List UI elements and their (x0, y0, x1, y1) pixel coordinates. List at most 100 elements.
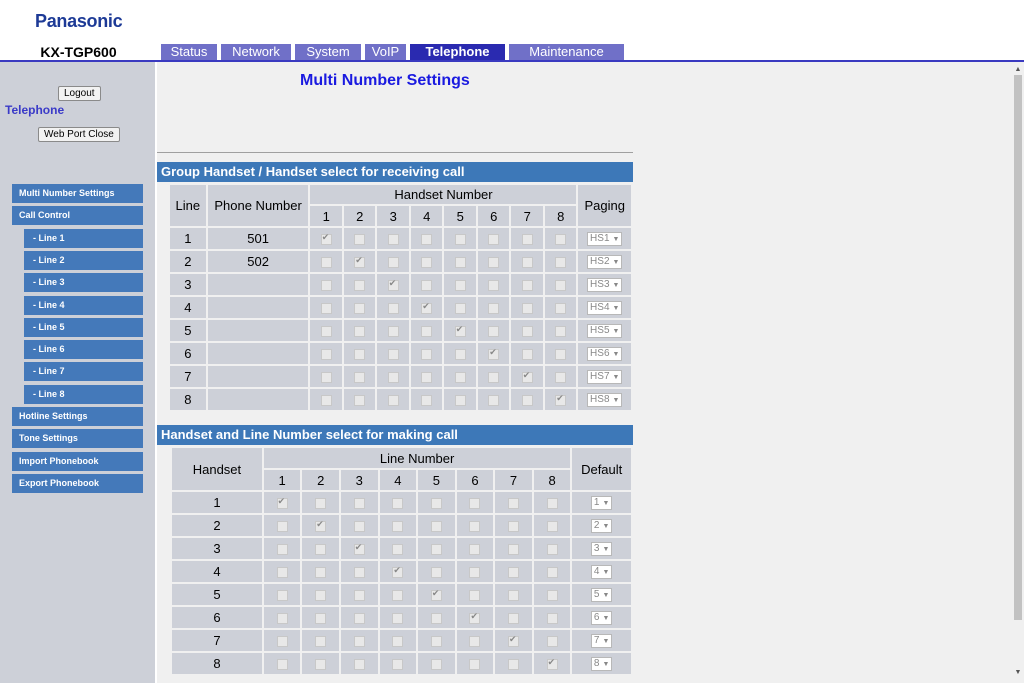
line-checkbox[interactable] (508, 634, 520, 648)
handset-checkbox[interactable] (521, 349, 533, 361)
line-checkbox[interactable] (469, 659, 481, 671)
web-port-close-button[interactable]: Web Port Close (38, 127, 120, 142)
paging-select[interactable]: HS6 ▼ (587, 347, 623, 362)
default-line-select[interactable]: 1 ▼ (590, 496, 613, 511)
handset-checkbox[interactable] (421, 349, 433, 361)
handset-checkbox[interactable] (387, 326, 399, 338)
sidebar-item-line-4[interactable]: - Line 4 (24, 295, 143, 315)
line-checkbox[interactable] (469, 567, 481, 579)
handset-checkbox[interactable] (488, 395, 500, 407)
sidebar-item-line-6[interactable]: - Line 6 (24, 340, 143, 360)
handset-checkbox[interactable] (320, 395, 332, 407)
line-checkbox[interactable] (546, 613, 558, 625)
line-checkbox[interactable] (276, 567, 288, 579)
line-checkbox[interactable] (392, 636, 404, 648)
handset-checkbox[interactable] (421, 257, 433, 269)
sidebar-item-import-phonebook[interactable]: Import Phonebook (12, 451, 143, 471)
paging-select[interactable]: HS8 ▼ (587, 393, 623, 408)
handset-checkbox[interactable] (354, 280, 366, 292)
handset-checkbox[interactable] (387, 395, 399, 407)
handset-checkbox[interactable] (555, 257, 567, 269)
handset-checkbox[interactable] (354, 395, 366, 407)
handset-checkbox[interactable] (454, 280, 466, 292)
line-checkbox[interactable] (353, 567, 365, 579)
handset-checkbox[interactable] (354, 372, 366, 384)
line-checkbox[interactable] (276, 636, 288, 648)
line-checkbox[interactable] (430, 588, 442, 602)
handset-checkbox[interactable] (421, 234, 433, 246)
handset-checkbox[interactable] (387, 349, 399, 361)
handset-checkbox[interactable] (320, 303, 332, 315)
line-checkbox[interactable] (469, 611, 481, 625)
line-checkbox[interactable] (315, 498, 327, 510)
handset-checkbox[interactable] (488, 372, 500, 384)
handset-checkbox[interactable] (555, 393, 567, 407)
sidebar-item-line-5[interactable]: - Line 5 (24, 317, 143, 337)
handset-checkbox[interactable] (454, 324, 466, 338)
line-checkbox[interactable] (276, 613, 288, 625)
handset-checkbox[interactable] (454, 257, 466, 269)
paging-select[interactable]: HS2 ▼ (587, 255, 623, 270)
tab-status[interactable]: Status (161, 44, 217, 60)
paging-select[interactable]: HS5 ▼ (587, 324, 623, 339)
line-checkbox[interactable] (546, 657, 558, 671)
handset-checkbox[interactable] (454, 349, 466, 361)
handset-checkbox[interactable] (320, 349, 332, 361)
line-checkbox[interactable] (353, 636, 365, 648)
handset-checkbox[interactable] (421, 395, 433, 407)
line-checkbox[interactable] (508, 567, 520, 579)
handset-checkbox[interactable] (521, 370, 533, 384)
handset-checkbox[interactable] (320, 257, 332, 269)
handset-checkbox[interactable] (521, 326, 533, 338)
line-checkbox[interactable] (546, 544, 558, 556)
handset-checkbox[interactable] (354, 234, 366, 246)
handset-checkbox[interactable] (555, 349, 567, 361)
handset-checkbox[interactable] (354, 303, 366, 315)
line-checkbox[interactable] (315, 636, 327, 648)
line-checkbox[interactable] (508, 659, 520, 671)
handset-checkbox[interactable] (521, 280, 533, 292)
line-checkbox[interactable] (353, 542, 365, 556)
default-line-select[interactable]: 2 ▼ (590, 519, 613, 534)
handset-checkbox[interactable] (320, 232, 332, 246)
line-checkbox[interactable] (276, 521, 288, 533)
tab-maintenance[interactable]: Maintenance (509, 44, 624, 60)
handset-checkbox[interactable] (488, 303, 500, 315)
handset-checkbox[interactable] (387, 257, 399, 269)
line-checkbox[interactable] (315, 519, 327, 533)
handset-checkbox[interactable] (488, 234, 500, 246)
line-checkbox[interactable] (546, 567, 558, 579)
sidebar-item-line-3[interactable]: - Line 3 (24, 273, 143, 293)
handset-checkbox[interactable] (488, 347, 500, 361)
sidebar-item-line-8[interactable]: - Line 8 (24, 384, 143, 404)
scroll-down-icon[interactable]: ▼ (1012, 669, 1024, 676)
handset-checkbox[interactable] (521, 257, 533, 269)
default-line-select[interactable]: 3 ▼ (590, 542, 613, 557)
line-checkbox[interactable] (469, 590, 481, 602)
line-checkbox[interactable] (392, 498, 404, 510)
handset-checkbox[interactable] (488, 280, 500, 292)
tab-system[interactable]: System (295, 44, 361, 60)
handset-checkbox[interactable] (555, 326, 567, 338)
line-checkbox[interactable] (430, 498, 442, 510)
handset-checkbox[interactable] (421, 280, 433, 292)
line-checkbox[interactable] (469, 636, 481, 648)
handset-checkbox[interactable] (454, 395, 466, 407)
paging-select[interactable]: HS4 ▼ (587, 301, 623, 316)
scroll-up-icon[interactable]: ▲ (1012, 66, 1024, 73)
line-checkbox[interactable] (276, 659, 288, 671)
handset-checkbox[interactable] (354, 349, 366, 361)
handset-checkbox[interactable] (320, 280, 332, 292)
line-checkbox[interactable] (469, 544, 481, 556)
default-line-select[interactable]: 4 ▼ (590, 565, 613, 580)
handset-checkbox[interactable] (488, 257, 500, 269)
handset-checkbox[interactable] (320, 372, 332, 384)
handset-checkbox[interactable] (555, 280, 567, 292)
handset-checkbox[interactable] (354, 255, 366, 269)
sidebar-item-line-1[interactable]: - Line 1 (24, 228, 143, 248)
line-checkbox[interactable] (315, 613, 327, 625)
line-checkbox[interactable] (430, 567, 442, 579)
line-checkbox[interactable] (508, 590, 520, 602)
paging-select[interactable]: HS3 ▼ (587, 278, 623, 293)
paging-select[interactable]: HS7 ▼ (587, 370, 623, 385)
